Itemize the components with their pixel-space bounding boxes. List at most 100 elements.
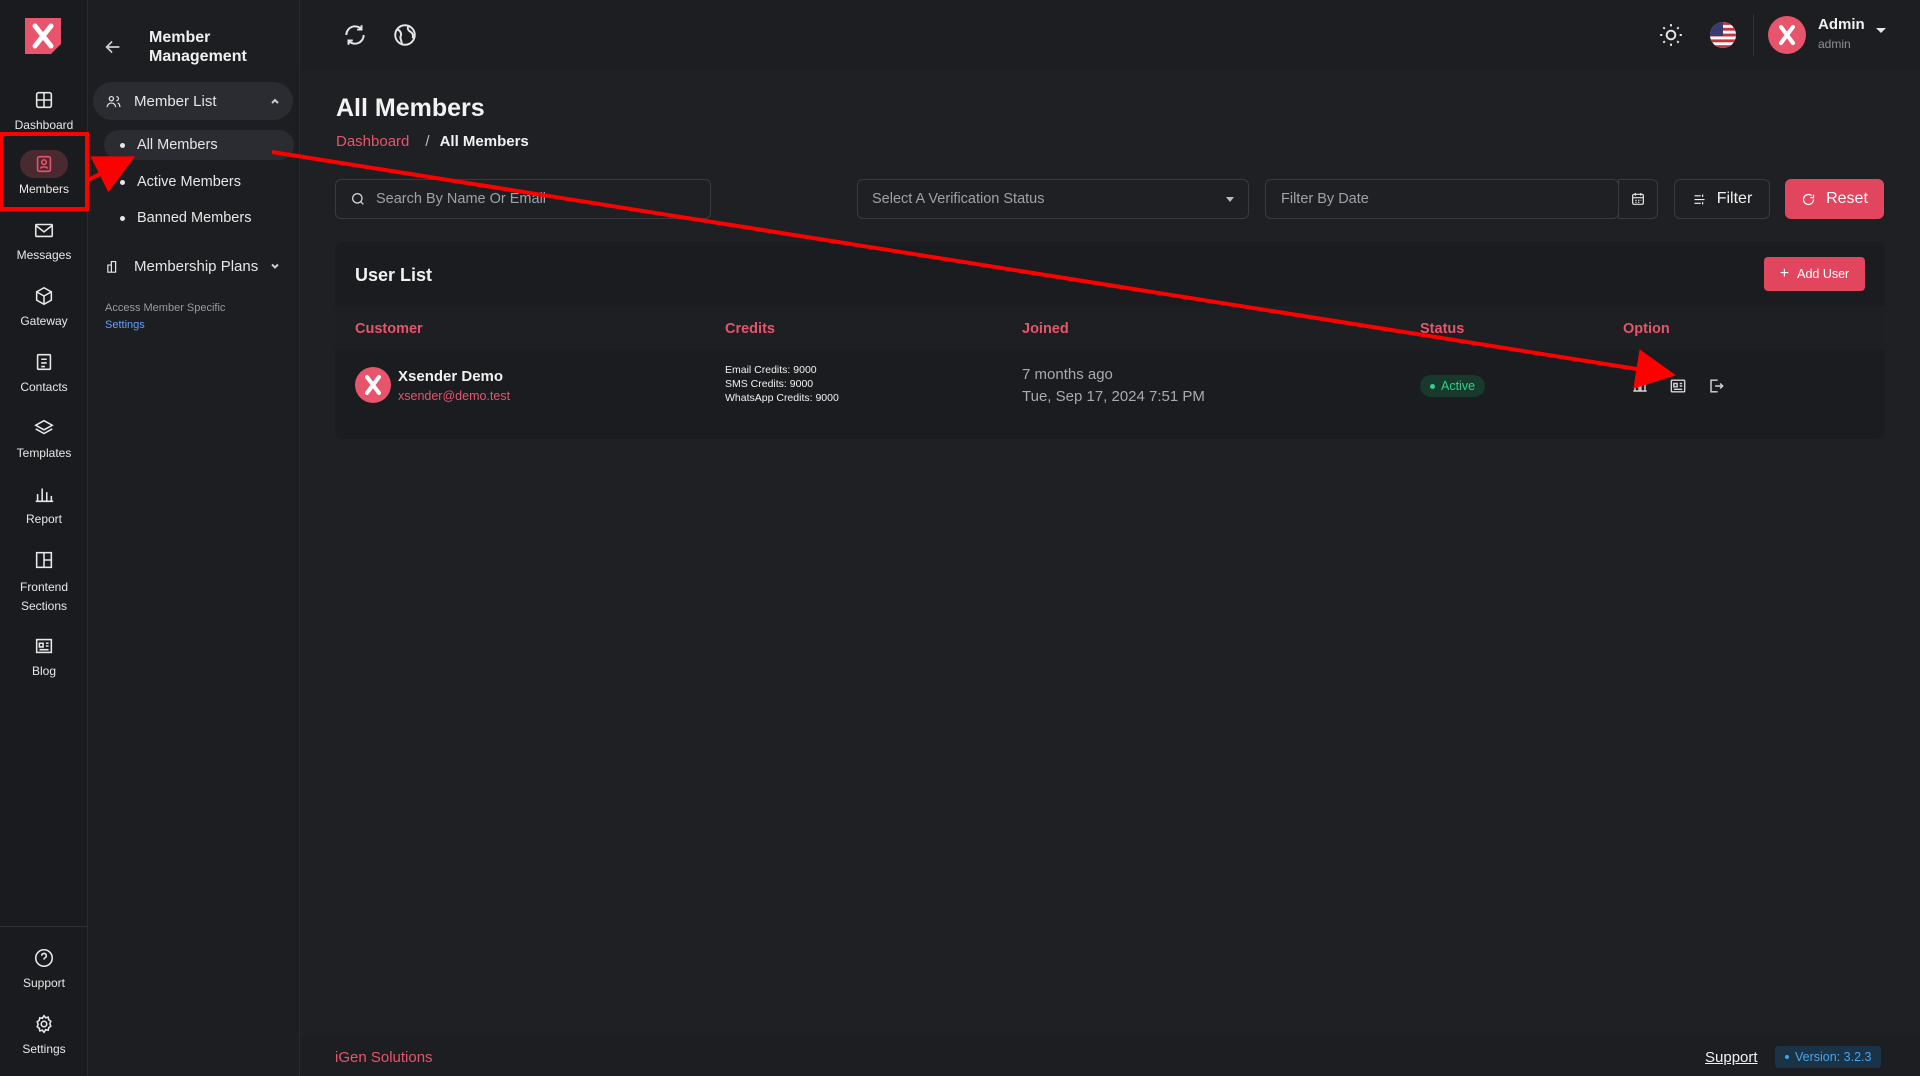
rail-divider [0,926,88,927]
joined-date: Tue, Sep 17, 2024 7:51 PM [1022,388,1205,405]
reset-icon [1802,193,1815,205]
rail-item-blog[interactable]: Blog [0,632,88,678]
gear-icon [20,1010,68,1038]
footer-support-link[interactable]: Support [1705,1049,1758,1066]
column-option: Option [1623,321,1670,337]
submenu-note: Access Member Specific Settings [105,300,225,334]
details-card-icon[interactable] [1668,376,1688,396]
search-field [335,179,711,219]
rail-item-settings[interactable]: Settings [0,1010,88,1056]
rail-item-report[interactable]: Report [0,480,88,526]
email-credits: Email Credits: 9000 [725,364,817,376]
rail-label: Support [22,976,66,990]
submenu-link-active-members[interactable]: Active Members [104,167,294,197]
rail-label: Frontend Sections [19,580,69,613]
calendar-button[interactable] [1618,179,1658,219]
customer-avatar [355,367,391,403]
layout-icon [20,546,68,574]
add-user-button[interactable]: + Add User [1764,257,1865,291]
filter-label: Filter [1716,190,1753,207]
submenu-group-label: Member List [134,92,217,110]
login-as-user-icon[interactable] [1706,376,1726,396]
chevron-down-icon [271,263,279,269]
rail-item-messages[interactable]: Messages [0,216,88,262]
bar-chart-icon [20,480,68,508]
column-status[interactable]: Status [1420,321,1464,337]
rail-label: Contacts [20,380,68,394]
rail-item-support[interactable]: Support [0,944,88,990]
user-list-card: User List + Add User Customer Credits Jo… [335,242,1885,439]
status-badge: Active [1420,375,1486,397]
sun-icon[interactable] [1658,22,1684,48]
us-flag-icon[interactable] [1710,22,1736,48]
submenu-link-banned-members[interactable]: Banned Members [104,203,294,233]
joined-relative: 7 months ago [1022,366,1113,383]
footer: iGen Solutions Support Version: 3.2.3 [300,1037,1920,1076]
submenu-group-label: Membership Plans [134,257,259,275]
rail-item-gateway[interactable]: Gateway [0,282,88,328]
table-header: Customer Credits Joined Status Option [335,306,1885,350]
app-logo[interactable] [21,14,65,58]
verification-status-select[interactable]: Select A Verification Status [857,179,1249,219]
version-badge: Version: 3.2.3 [1775,1046,1882,1068]
rail-item-contacts[interactable]: Contacts [0,348,88,394]
chevron-up-icon [271,98,279,104]
date-filter-input[interactable] [1281,191,1618,207]
rail-label: Blog [31,664,57,678]
rail-label: Report [25,512,63,526]
submenu-group-member-list[interactable]: Member List [93,82,293,120]
submenu-settings-link[interactable]: Settings [105,317,225,334]
rail-item-frontend-sections[interactable]: Frontend Sections [0,546,88,616]
rail-label: Dashboard [14,118,74,132]
topbar-divider [1753,14,1754,56]
sms-credits: SMS Credits: 9000 [725,378,814,390]
whatsapp-credits: WhatsApp Credits: 9000 [725,392,839,404]
customer-email: xsender@demo.test [398,389,511,403]
rail-label: Members [18,182,69,196]
submenu-panel: Member Management Member List All Member… [88,0,300,1076]
reset-label: Reset [1826,190,1868,207]
submenu-group-membership-plans[interactable]: Membership Plans [93,247,293,285]
rail-item-members[interactable]: Members [0,150,88,196]
breadcrumb-dashboard[interactable]: Dashboard [336,133,409,150]
filter-button[interactable]: Filter [1674,179,1770,219]
member-card-icon [20,150,68,178]
submenu-link-all-members[interactable]: All Members [104,130,294,160]
back-arrow-icon[interactable] [102,36,124,58]
caret-down-icon [1226,196,1234,202]
customer-name: Xsender Demo [398,368,504,385]
date-filter-field [1265,179,1619,219]
contacts-icon [20,348,68,376]
top-bar: Admin admin [300,0,1920,70]
plans-icon [107,260,117,273]
reset-button[interactable]: Reset [1785,179,1884,219]
rail-label: Settings [22,1042,66,1056]
icon-rail: Dashboard Members Messages Gateway Conta… [0,0,88,1076]
help-icon [20,944,68,972]
page-title: All Members [336,94,485,122]
rail-item-dashboard[interactable]: Dashboard [0,86,88,132]
layers-icon [20,414,68,442]
footer-brand[interactable]: iGen Solutions [335,1049,433,1066]
add-user-label: Add User [1797,267,1850,281]
breadcrumb-current: All Members [439,133,529,150]
rail-item-templates[interactable]: Templates [0,414,88,460]
user-name[interactable]: Admin [1818,16,1865,33]
column-joined[interactable]: Joined [1022,321,1069,337]
breadcrumb: Dashboard / All Members [336,133,529,150]
filter-lines-icon [1694,194,1705,204]
search-input[interactable] [376,191,710,207]
breadcrumb-separator: / [425,133,430,150]
avatar[interactable] [1768,16,1806,54]
globe-icon[interactable] [392,22,418,48]
refresh-icon[interactable] [342,22,368,48]
submenu-title: Member Management [149,29,247,65]
rail-label: Messages [16,248,72,262]
credit-transfer-icon[interactable] [1630,376,1650,396]
column-customer[interactable]: Customer [355,321,423,337]
search-icon [352,193,364,205]
column-credits[interactable]: Credits [725,321,775,337]
calendar-icon [1632,193,1644,205]
caret-down-icon[interactable] [1876,28,1886,33]
rail-label: Gateway [20,314,68,328]
